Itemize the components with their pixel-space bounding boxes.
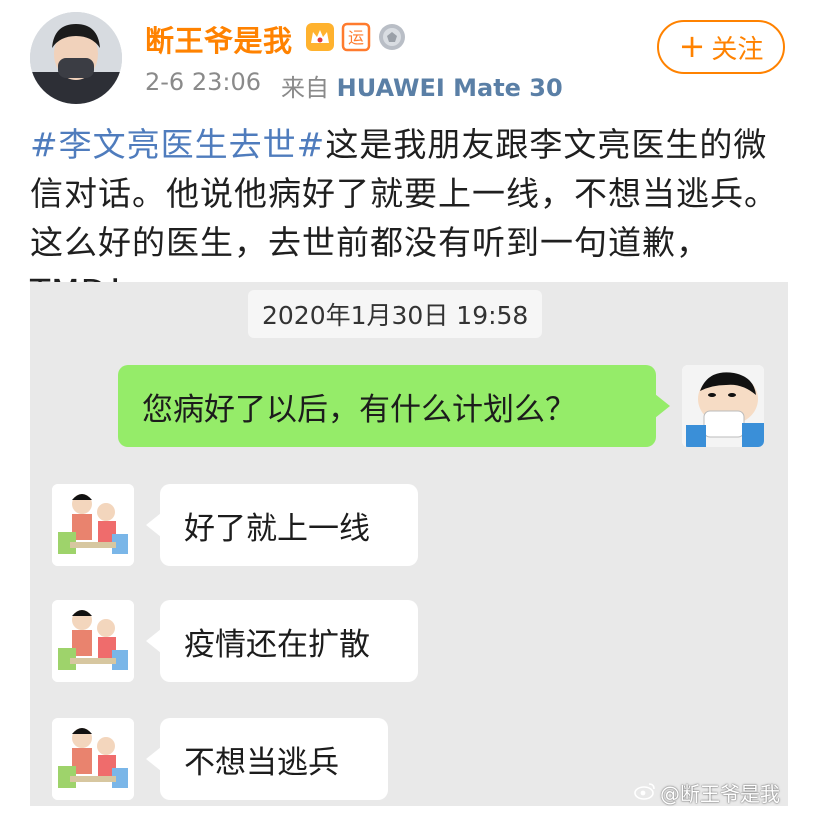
watermark-text: @断王爷是我	[660, 782, 780, 806]
post-meta: 2-6 23:06 来自 HUAWEI Mate 30	[145, 68, 563, 103]
friend-avatar-image	[52, 600, 134, 682]
user-avatar[interactable]	[30, 12, 122, 104]
post-source: 来自 HUAWEI Mate 30	[281, 68, 563, 103]
crown-badge-icon[interactable]	[305, 22, 335, 52]
friend-avatar-image	[52, 484, 134, 566]
chat-bubble-incoming: 好了就上一线	[146, 484, 418, 566]
yun-badge-icon[interactable]: 运	[341, 22, 371, 52]
friend-avatar-image	[52, 718, 134, 800]
plus-icon: +	[678, 26, 706, 65]
device-name[interactable]: HUAWEI Mate 30	[337, 74, 563, 102]
chat-timestamp: 2020年1月30日 19:58	[248, 290, 543, 338]
user-badges: 运	[305, 22, 407, 52]
chat-bubble-incoming: 疫情还在扩散	[146, 600, 418, 682]
hashtag-link[interactable]: #李文亮医生去世#	[30, 125, 325, 164]
sender-avatar-image	[682, 365, 764, 447]
chat-bubble-incoming: 不想当逃兵	[146, 718, 388, 800]
follow-button[interactable]: + 关注	[657, 20, 785, 74]
weibo-watermark: @断王爷是我	[634, 778, 780, 807]
medal-badge-icon[interactable]	[377, 22, 407, 52]
yun-badge-text: 运	[348, 28, 364, 47]
username[interactable]: 断王爷是我	[145, 18, 293, 60]
follow-label: 关注	[711, 34, 764, 65]
chat-bubble-outgoing: 您病好了以后，有什么计划么？	[118, 365, 670, 447]
source-prefix: 来自	[281, 74, 329, 102]
weibo-logo-icon	[634, 781, 656, 805]
post-date: 2-6 23:06	[145, 68, 261, 96]
chat-screenshot-image[interactable]: 2020年1月30日 19:58 您病好了以后，有什么计划么？ 好了就上一线 疫…	[30, 282, 788, 806]
